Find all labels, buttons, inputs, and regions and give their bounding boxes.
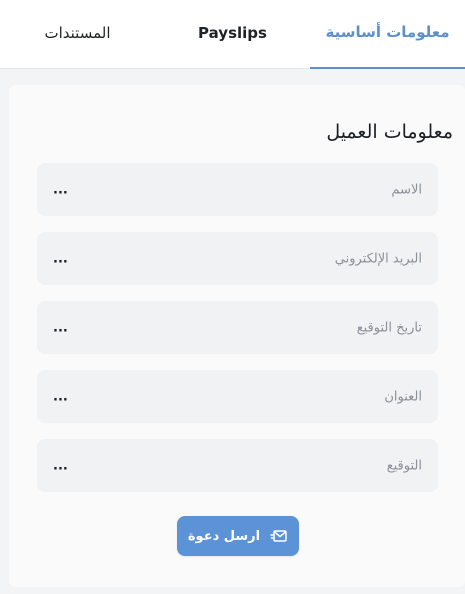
field-signing-date: تاريخ التوقيع ... <box>37 301 438 354</box>
field-value: ... <box>53 389 68 404</box>
send-invitation-label: ارسل دعوة <box>187 528 261 544</box>
field-name: الاسم ... <box>37 163 438 216</box>
field-value: ... <box>53 182 68 197</box>
field-signature: التوقيع ... <box>37 439 438 492</box>
field-label: الاسم <box>391 182 422 197</box>
send-invitation-button[interactable]: ارسل دعوة <box>177 516 299 556</box>
field-label: البريد الإلكتروني <box>334 251 422 266</box>
card-title: معلومات العميل <box>326 121 453 143</box>
field-value: ... <box>53 251 68 266</box>
tab-documents[interactable]: المستندات <box>0 0 155 69</box>
mail-send-icon <box>270 527 288 545</box>
tab-payslips[interactable]: Payslips <box>155 0 310 69</box>
field-address: العنوان ... <box>37 370 438 423</box>
tab-bar: معلومات أساسية Payslips المستندات <box>0 0 465 69</box>
client-info-card: معلومات العميل الاسم ... البريد الإلكترو… <box>9 85 465 587</box>
field-email: البريد الإلكتروني ... <box>37 232 438 285</box>
field-label: العنوان <box>384 389 422 404</box>
field-value: ... <box>53 458 68 473</box>
field-label: تاريخ التوقيع <box>356 320 422 335</box>
tab-basic-info[interactable]: معلومات أساسية <box>310 0 465 69</box>
field-value: ... <box>53 320 68 335</box>
field-label: التوقيع <box>386 458 422 473</box>
